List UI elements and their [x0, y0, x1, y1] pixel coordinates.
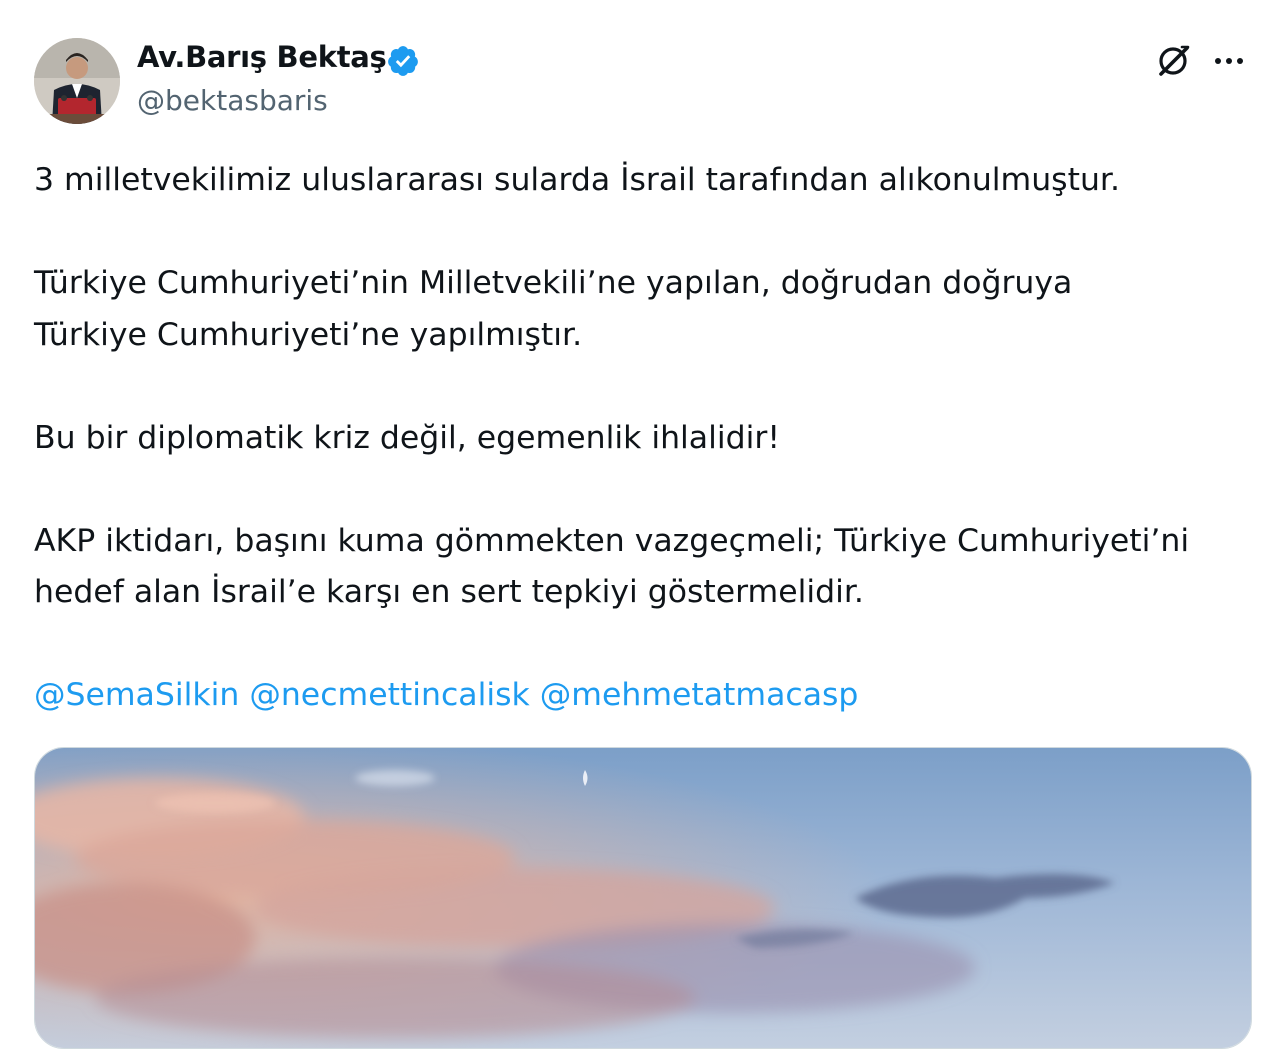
tweet-paragraph: 3 milletvekilimiz uluslararası sularda İ…	[34, 155, 1254, 207]
tweet-paragraph: Türkiye Cumhuriyeti’nin Milletvekili’ne …	[34, 258, 1254, 361]
avatar-image	[34, 38, 120, 124]
tweet-line: Türkiye Cumhuriyeti’nin Milletvekili’ne …	[34, 265, 1073, 301]
verified-badge-icon	[388, 46, 418, 76]
tweet-header: Av.Barış Bektaş @bektasbaris	[0, 0, 1280, 140]
author-display-name[interactable]: Av.Barış Bektaş	[137, 40, 387, 74]
sky-photo	[35, 748, 1251, 1048]
mention-link[interactable]: @SemaSilkin	[34, 677, 239, 713]
author-handle[interactable]: @bektasbaris	[137, 84, 328, 117]
grok-icon[interactable]	[1152, 40, 1194, 82]
tweet-line: 3 milletvekilimiz uluslararası sularda İ…	[34, 162, 1120, 198]
tweet-text: 3 milletvekilimiz uluslararası sularda İ…	[34, 155, 1254, 722]
tweet-paragraph: AKP iktidarı, başını kuma gömmekten vazg…	[34, 516, 1254, 619]
tweet-paragraph: Bu bir diplomatik kriz değil, egemenlik …	[34, 413, 1254, 465]
avatar[interactable]	[34, 38, 120, 124]
more-horizontal-icon[interactable]	[1208, 40, 1250, 82]
mention-list: @SemaSilkin @necmettincalisk @mehmetatma…	[34, 670, 1254, 722]
tweet-media-image[interactable]	[34, 747, 1252, 1049]
tweet-line: Bu bir diplomatik kriz değil, egemenlik …	[34, 419, 780, 456]
mention-link[interactable]: @mehmetatmacasp	[540, 677, 859, 713]
tweet-line: Türkiye Cumhuriyeti’ne yapılmıştır.	[34, 316, 583, 353]
tweet-line: AKP iktidarı, başını kuma gömmekten vazg…	[34, 522, 1190, 559]
tweet-line: hedef alan İsrail’e karşı en sert tepkiy…	[34, 574, 864, 610]
mention-link[interactable]: @necmettincalisk	[249, 677, 529, 713]
